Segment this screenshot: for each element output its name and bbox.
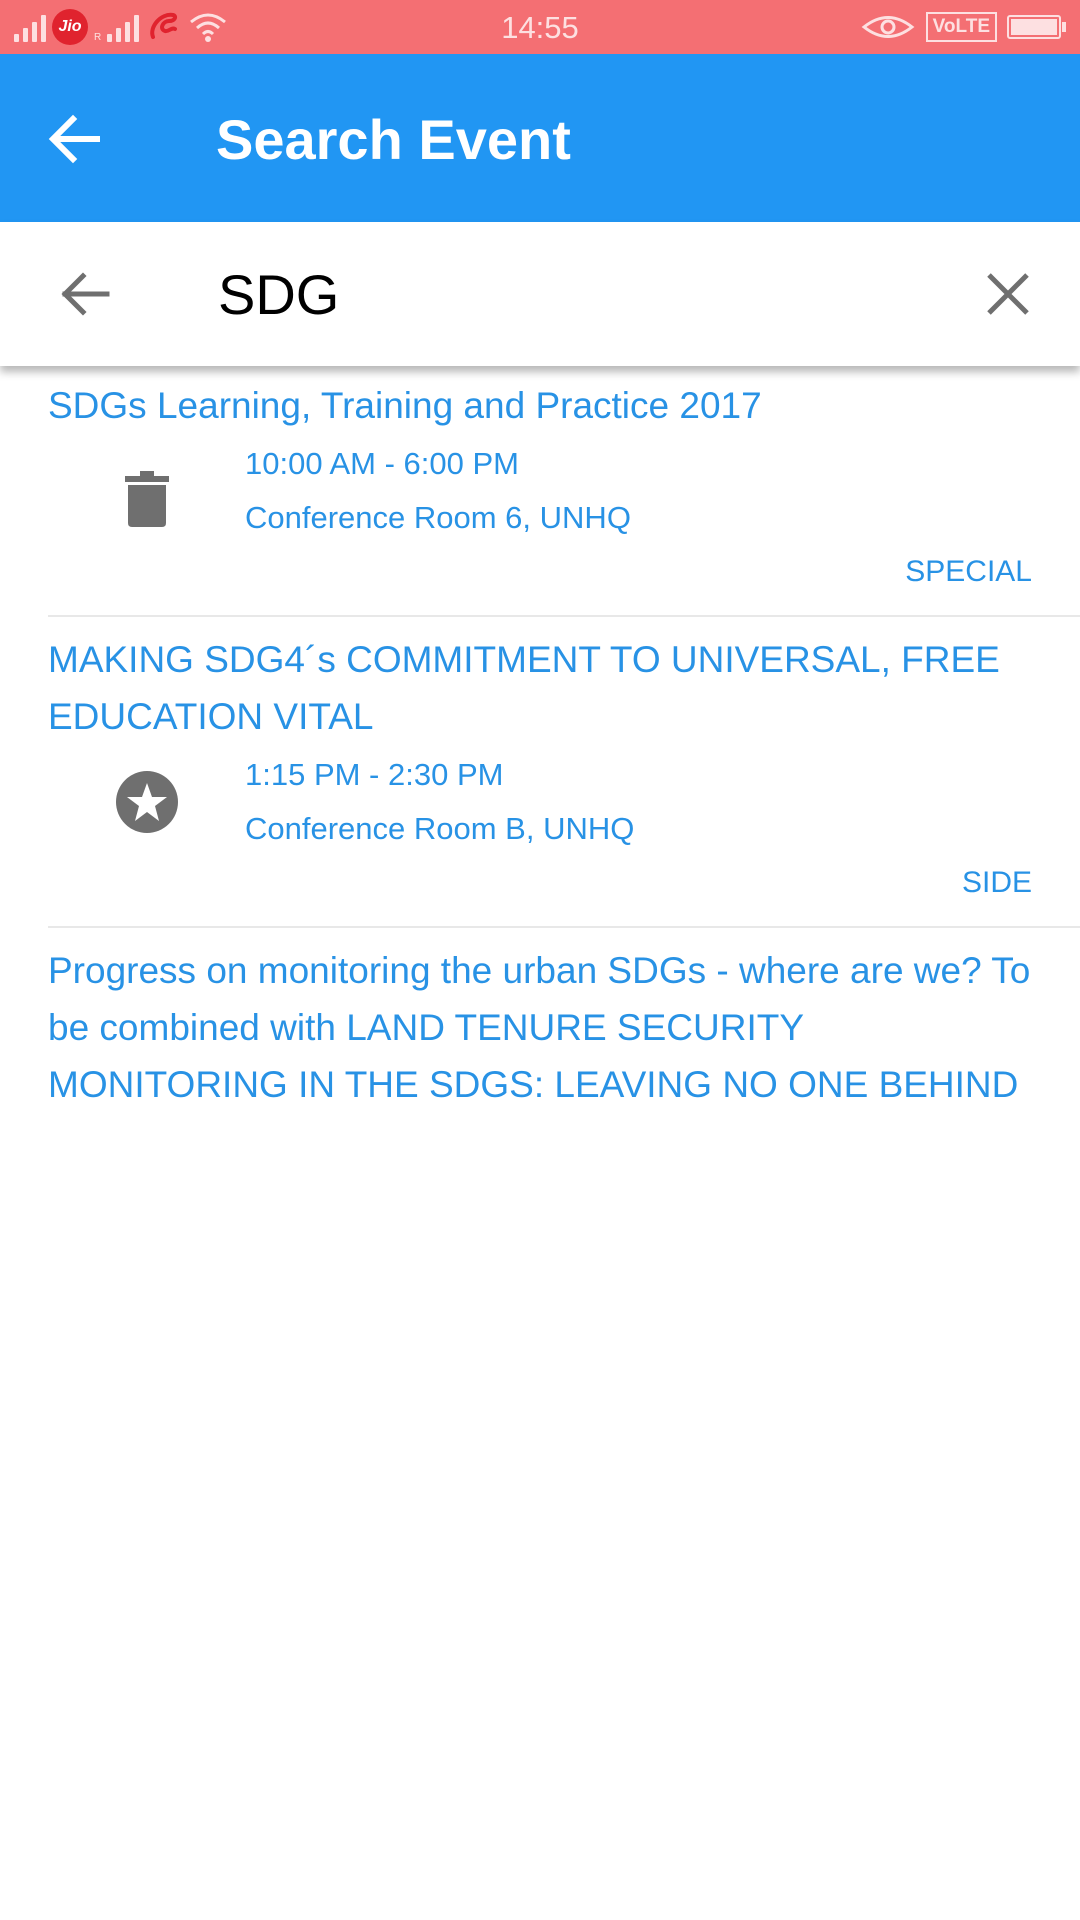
search-bar	[0, 222, 1080, 366]
status-right-group: VoLTE	[860, 9, 1066, 45]
star-icon[interactable]	[112, 767, 182, 837]
back-button[interactable]	[40, 104, 110, 174]
status-bar: Jio R 14:55 VoLTE	[0, 0, 1080, 54]
arrow-left-icon	[61, 272, 110, 316]
close-icon	[987, 273, 1029, 315]
app-bar: Search Event	[0, 54, 1080, 222]
arrow-left-icon	[48, 114, 100, 164]
eye-comfort-icon	[861, 16, 915, 38]
battery-icon	[1007, 15, 1066, 39]
list-item[interactable]: Progress on monitoring the urban SDGs - …	[0, 928, 1080, 1113]
clear-search-button[interactable]	[968, 258, 1048, 330]
event-time: 1:15 PM - 2:30 PM	[245, 757, 504, 792]
event-type-badge: SPECIAL	[905, 555, 1032, 588]
search-back-button[interactable]	[44, 258, 124, 330]
volte-badge: VoLTE	[925, 12, 997, 42]
trash-icon[interactable]	[112, 464, 182, 534]
results-list: SDGs Learning, Training and Practice 201…	[0, 366, 1080, 1113]
event-title: Progress on monitoring the urban SDGs - …	[48, 950, 1031, 1105]
event-title: SDGs Learning, Training and Practice 201…	[48, 385, 762, 426]
search-input[interactable]	[218, 256, 918, 332]
list-item[interactable]: MAKING SDG4´s COMMITMENT TO UNIVERSAL, F…	[0, 617, 1080, 928]
event-details: 10:00 AM - 6:00 PM Conference Room 6, UN…	[0, 434, 1080, 599]
event-time: 10:00 AM - 6:00 PM	[245, 446, 519, 481]
list-item[interactable]: SDGs Learning, Training and Practice 201…	[0, 366, 1080, 617]
event-location: Conference Room B, UNHQ	[245, 811, 635, 846]
event-location: Conference Room 6, UNHQ	[245, 500, 631, 535]
event-type-badge: SIDE	[961, 866, 1032, 899]
event-title: MAKING SDG4´s COMMITMENT TO UNIVERSAL, F…	[48, 639, 1000, 737]
page-title: Search Event	[216, 108, 571, 171]
event-details: 1:15 PM - 2:30 PM Conference Room B, UNH…	[0, 745, 1080, 910]
